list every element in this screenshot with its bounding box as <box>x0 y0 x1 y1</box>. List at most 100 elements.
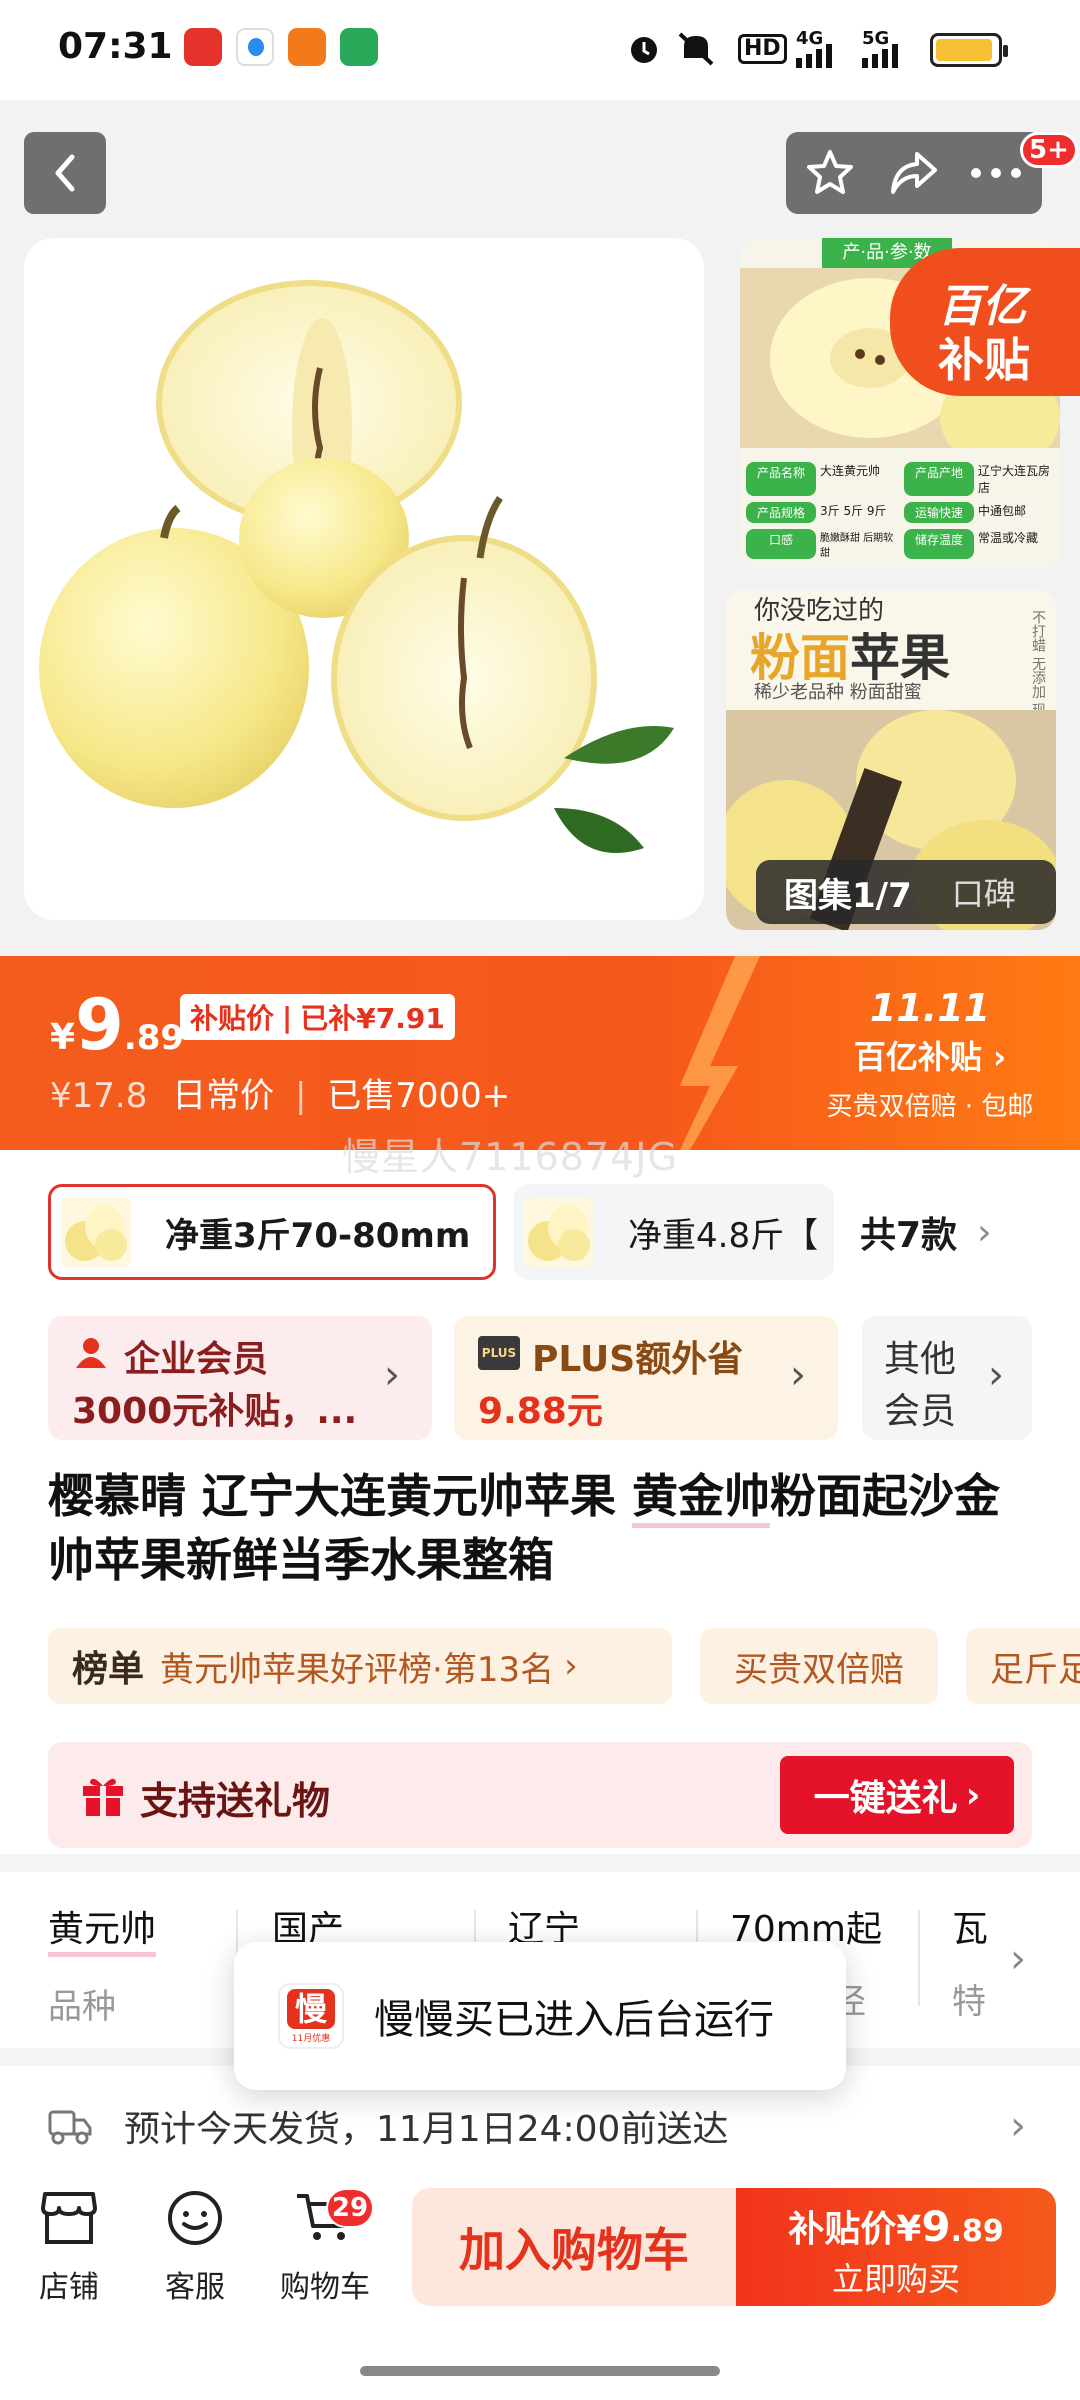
add-to-cart-label: 加入购物车 <box>459 2223 689 2277</box>
chevron-right-icon: › <box>988 1352 1004 1398</box>
spec-count-label: 共7款 <box>860 1215 958 1256</box>
buy-price-label: 补贴价 <box>788 2209 897 2250</box>
other-member-card[interactable]: 其他 会员 › <box>862 1316 1032 1440</box>
spec-option-selected[interactable]: 净重3斤70-80mm <box>48 1184 496 1280</box>
subsidy-saved: 已补¥7.91 <box>300 1002 445 1035</box>
send-gift-button[interactable]: 一键送礼 › <box>780 1756 1014 1834</box>
subsidy-price-label: 补贴价 <box>190 1002 275 1035</box>
member3-line1: 其他 <box>884 1339 957 1380</box>
cart-count-badge: 29 <box>326 2188 374 2228</box>
section-divider <box>0 1854 1080 1872</box>
subsidy-badge: 百亿 补贴 <box>890 248 1080 396</box>
plus-member-card[interactable]: PLUS PLUS额外省 9.88元 › <box>454 1316 838 1440</box>
attribute-value: 瓦 <box>952 1909 989 1950</box>
buy-price-row: 补贴价¥9.89 <box>736 2200 1056 2252</box>
main-product-image[interactable] <box>24 238 704 920</box>
spec-count-button[interactable]: 共7款 › <box>860 1184 991 1280</box>
promo-title: 百亿补贴 <box>853 1038 982 1076</box>
spec-value: 大连黄元帅 <box>820 464 881 478</box>
gift-support-row[interactable]: 支持送礼物 一键送礼 › <box>48 1742 1032 1848</box>
buy-price-decimal: .89 <box>950 2214 1004 2249</box>
favorite-button[interactable] <box>790 132 870 214</box>
ranking-label: 榜单 <box>72 1649 145 1690</box>
watermark: 慢星人7116874JG <box>342 1135 678 1179</box>
share-icon <box>891 152 937 194</box>
spec-option-label: 净重4.8斤【 <box>628 1215 819 1256</box>
title-highlight: 黄金帅 <box>632 1469 771 1528</box>
gallery-reviews-tab[interactable]: 口碑 <box>952 869 1016 915</box>
person-icon <box>76 1338 106 1368</box>
chat-face-icon <box>168 2191 222 2245</box>
original-price: ¥17.8 <box>50 1076 148 1116</box>
truck-icon <box>48 2110 92 2145</box>
store-button[interactable]: 店铺 <box>14 2190 124 2306</box>
buy-price-integer: 9 <box>921 2202 951 2251</box>
add-to-cart-button[interactable]: 加入购物车 <box>412 2188 736 2306</box>
app-logo-icon: 慢 11月优惠 <box>278 1983 344 2049</box>
promo-11-11[interactable]: 11.11 百亿补贴 › 买贵双倍赔 · 包邮 <box>800 986 1060 1123</box>
gallery-counter[interactable]: 图集1/7 口碑 <box>756 860 1056 924</box>
background-running-toast: 慢 11月优惠 慢慢买已进入后台运行 <box>234 1942 846 2090</box>
customer-service-button[interactable]: 客服 <box>140 2190 250 2306</box>
message-badge: 5+ <box>1020 132 1078 168</box>
spec-value: 中通包邮 <box>978 504 1027 518</box>
member2-title: PLUS额外省 <box>532 1339 744 1380</box>
spec-option[interactable]: 净重4.8斤【 <box>514 1184 834 1280</box>
delivery-text: 预计今天发货，11月1日24:00前送达 <box>124 2109 729 2150</box>
price-currency: ¥ <box>50 1017 76 1058</box>
promo-subtitle: 买贵双倍赔 · 包邮 <box>826 1092 1034 1122</box>
spec-thumb <box>61 1197 131 1267</box>
subsidy-price-tag: 补贴价 | 已补¥7.91 <box>180 994 455 1040</box>
toast-message: 慢慢买已进入后台运行 <box>374 1997 774 2043</box>
attribute-value: 黄元帅 <box>48 1900 157 1957</box>
status-time: 07:31 <box>58 26 173 67</box>
spec-value: 3斤 5斤 9斤 <box>820 504 887 518</box>
share-button[interactable] <box>874 132 954 214</box>
weight-guarantee-tag[interactable]: 足斤足 <box>966 1628 1080 1704</box>
price-guarantee-tag[interactable]: 买贵双倍赔 <box>700 1628 938 1704</box>
title-part1: 樱慕晴 辽宁大连黄元帅苹果 <box>48 1469 633 1523</box>
gallery-counter-text: 图集1/7 <box>784 875 912 916</box>
buy-price-currency: ¥ <box>896 2209 922 2250</box>
header-actions <box>786 132 1042 214</box>
home-indicator[interactable] <box>360 2366 720 2376</box>
ranking-tag[interactable]: 榜单 黄元帅苹果好评榜·第13名 › <box>48 1628 672 1704</box>
tmall-app-icon <box>184 28 222 66</box>
current-price: ¥9.89 <box>50 984 184 1066</box>
plus-logo: PLUS <box>478 1336 520 1370</box>
apple-illustration <box>39 280 674 853</box>
spec-key: 产品规格 <box>746 502 816 523</box>
attribute-variety: 黄元帅 品种 <box>48 1900 157 2028</box>
spec-thumb <box>524 1197 594 1267</box>
gift-icon <box>83 1778 123 1816</box>
subsidy-badge-bottom: 补贴 <box>938 333 1030 387</box>
chevron-right-icon: › <box>564 1646 578 1686</box>
chevron-left-icon <box>55 154 75 192</box>
enterprise-member-card[interactable]: 企业会员 3000元补贴，... › <box>48 1316 432 1440</box>
star-icon <box>807 150 853 194</box>
spec-key: 产品产地 <box>904 462 974 496</box>
store-label: 店铺 <box>39 2270 99 2305</box>
mute-icon <box>676 30 716 66</box>
chevron-right-icon: › <box>1010 2103 1026 2149</box>
member1-title: 企业会员 <box>124 1339 269 1380</box>
assistant-app-icon <box>236 28 274 66</box>
chevron-right-icon: › <box>981 1038 1007 1076</box>
send-gift-label: 一键送礼 <box>813 1778 958 1819</box>
ranking-text: 黄元帅苹果好评榜·第13名 <box>160 1649 555 1690</box>
status-bar: 07:31 HD 4G 5G <box>0 0 1080 100</box>
member3-line2: 会员 <box>884 1391 957 1432</box>
member2-subtitle: 9.88元 <box>478 1391 603 1432</box>
product-title: 樱慕晴 辽宁大连黄元帅苹果 黄金帅粉面起沙金帅苹果新鲜当季水果整箱 <box>48 1464 1038 1592</box>
price-guarantee-text: 买贵双倍赔 <box>734 1649 904 1690</box>
buy-now-button[interactable]: 补贴价¥9.89 立即购买 <box>736 2188 1056 2306</box>
weight-guarantee-text: 足斤足 <box>990 1649 1080 1690</box>
promo-logo: 11.11 <box>869 986 991 1030</box>
spec-value: 脆嫩酥甜 后期软甜 <box>820 533 894 559</box>
price-secondary: ¥17.8 日常价 | 已售7000+ <box>50 1076 511 1116</box>
back-button[interactable] <box>24 132 106 214</box>
chevron-right-icon[interactable]: › <box>1010 1936 1026 1982</box>
attribute-key: 品种 <box>48 1987 116 2027</box>
chevron-right-icon: › <box>965 1774 981 1816</box>
signal-4g-icon <box>796 44 840 80</box>
